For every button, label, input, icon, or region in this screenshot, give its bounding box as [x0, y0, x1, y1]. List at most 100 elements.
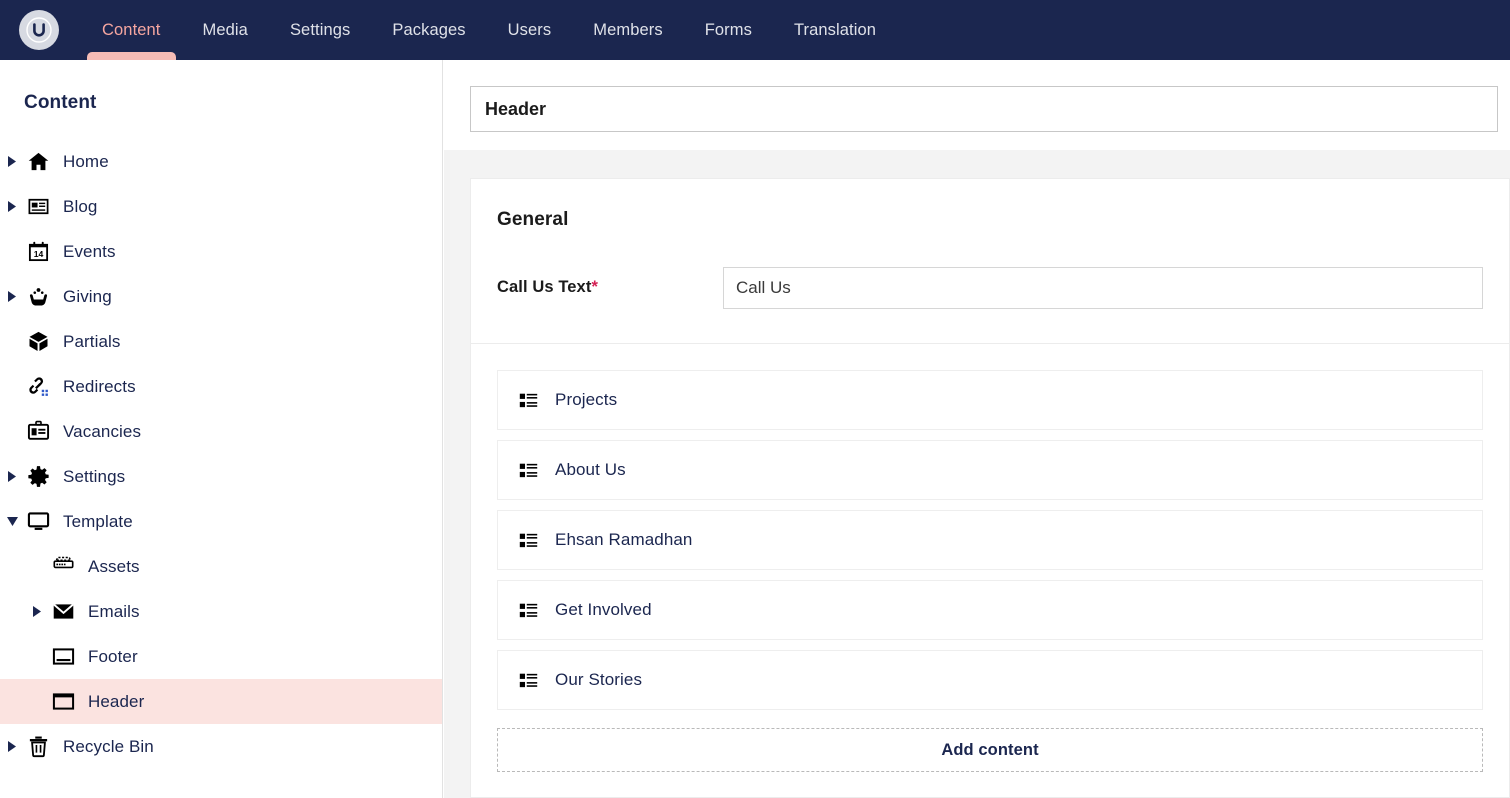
- nav-item-media[interactable]: Media: [182, 0, 269, 60]
- chevron-down-icon[interactable]: [6, 515, 19, 528]
- tree-item-label: Assets: [88, 556, 140, 576]
- tree-item-label: Header: [88, 691, 145, 711]
- chevron-right-icon[interactable]: [6, 290, 19, 303]
- hands-heart-icon: [25, 284, 51, 310]
- nav-item-settings[interactable]: Settings: [269, 0, 371, 60]
- tree-item-label: Footer: [88, 646, 138, 666]
- tree-item-home[interactable]: Home: [0, 139, 442, 184]
- block-list-editor: Projects About Us Ehsan Ramadhan Get Involv…: [471, 344, 1509, 710]
- tree-item-settings[interactable]: Settings: [0, 454, 442, 499]
- content-scroll-region: General Call Us Text* Call Us Projects Ab…: [444, 150, 1510, 798]
- nav-item-label: Forms: [704, 20, 752, 39]
- monitor-icon: [25, 509, 51, 535]
- nav-item-label: Settings: [289, 20, 351, 39]
- tree-item-label: Home: [63, 151, 109, 171]
- caret-spacer: [6, 245, 19, 258]
- call-us-text-input[interactable]: Call Us: [723, 267, 1483, 309]
- server-icon: [50, 554, 76, 580]
- block-list-icon: [518, 460, 538, 480]
- nav-item-users[interactable]: Users: [487, 0, 573, 60]
- add-content-button[interactable]: Add content: [497, 728, 1483, 772]
- sidebar-title: Content: [24, 92, 97, 113]
- property-label-text: Call Us Text: [497, 278, 592, 296]
- property-row-call-us-text: Call Us Text* Call Us: [471, 231, 1509, 344]
- chevron-right-icon[interactable]: [6, 470, 19, 483]
- nav-item-forms[interactable]: Forms: [684, 0, 773, 60]
- block-list-icon: [518, 530, 538, 550]
- envelope-icon: [50, 599, 76, 625]
- nav-item-label: Users: [507, 20, 552, 39]
- tree-item-blog[interactable]: Blog: [0, 184, 442, 229]
- block-list-item-label: Our Stories: [555, 670, 643, 689]
- node-name-bar: Header: [444, 60, 1510, 150]
- main-content-area: Header General Call Us Text* Call Us Pro…: [444, 60, 1510, 798]
- tree-item-label: Vacancies: [63, 421, 142, 441]
- tree-item-label: Emails: [88, 601, 140, 621]
- umbraco-logo-icon[interactable]: [19, 10, 59, 50]
- group-title: General: [497, 209, 569, 230]
- nav-item-members[interactable]: Members: [572, 0, 683, 60]
- tree-item-footer[interactable]: Footer: [0, 634, 442, 679]
- chevron-right-icon[interactable]: [6, 740, 19, 753]
- block-list-item-label: About Us: [555, 460, 626, 479]
- home-icon: [25, 149, 51, 175]
- calendar-icon: 14: [25, 239, 51, 265]
- badge-icon: [25, 419, 51, 445]
- block-list-icon: [518, 390, 538, 410]
- newspaper-icon: [25, 194, 51, 220]
- nav-item-label: Content: [102, 20, 161, 39]
- block-list-item[interactable]: Our Stories: [497, 650, 1483, 710]
- footer-icon: [50, 644, 76, 670]
- nav-item-label: Packages: [392, 20, 466, 39]
- chevron-right-icon[interactable]: [6, 155, 19, 168]
- node-name-input[interactable]: Header: [470, 86, 1498, 132]
- chevron-right-icon[interactable]: [31, 605, 44, 618]
- tree-item-giving[interactable]: Giving: [0, 274, 442, 319]
- block-list-icon: [518, 600, 538, 620]
- nav-item-translation[interactable]: Translation: [773, 0, 897, 60]
- block-list-item[interactable]: Projects: [497, 370, 1483, 430]
- caret-spacer: [6, 425, 19, 438]
- content-sidebar: Content Home Blog 14 Events Giving Partials Re…: [0, 60, 443, 798]
- header-icon: [50, 689, 76, 715]
- top-navigation-bar: Content Media Settings Packages Users Members…: [0, 0, 1510, 60]
- content-tree: Home Blog 14 Events Giving Partials Redirects V…: [0, 139, 442, 769]
- block-list-item-label: Projects: [555, 390, 618, 409]
- nav-item-content[interactable]: Content: [81, 0, 182, 60]
- property-label: Call Us Text*: [497, 267, 723, 309]
- gear-icon: [25, 464, 51, 490]
- tree-item-label: Settings: [63, 466, 126, 486]
- tree-item-header[interactable]: Header: [0, 679, 442, 724]
- tree-item-emails[interactable]: Emails: [0, 589, 442, 634]
- box-icon: [25, 329, 51, 355]
- tree-item-redirects[interactable]: Redirects: [0, 364, 442, 409]
- caret-spacer: [31, 560, 44, 573]
- chevron-right-icon[interactable]: [6, 200, 19, 213]
- block-list-item[interactable]: Get Involved: [497, 580, 1483, 640]
- caret-spacer: [31, 650, 44, 663]
- link-icon: [25, 374, 51, 400]
- block-list-item-label: Get Involved: [555, 600, 652, 619]
- tree-item-vacancies[interactable]: Vacancies: [0, 409, 442, 454]
- svg-text:14: 14: [33, 249, 43, 259]
- property-field: Call Us: [723, 267, 1483, 309]
- tree-item-events[interactable]: 14 Events: [0, 229, 442, 274]
- tree-item-label: Partials: [63, 331, 121, 351]
- tree-item-partials[interactable]: Partials: [0, 319, 442, 364]
- tree-item-recycle-bin[interactable]: Recycle Bin: [0, 724, 442, 769]
- tree-item-label: Blog: [63, 196, 98, 216]
- block-list-item[interactable]: About Us: [497, 440, 1483, 500]
- block-list-item[interactable]: Ehsan Ramadhan: [497, 510, 1483, 570]
- nav-item-packages[interactable]: Packages: [371, 0, 486, 60]
- caret-spacer: [6, 380, 19, 393]
- general-group-card: General Call Us Text* Call Us Projects Ab…: [470, 178, 1510, 798]
- tree-item-label: Recycle Bin: [63, 736, 154, 756]
- required-marker: *: [591, 278, 598, 296]
- caret-spacer: [6, 335, 19, 348]
- nav-item-label: Media: [202, 20, 248, 39]
- tree-item-label: Redirects: [63, 376, 136, 396]
- tree-item-label: Events: [63, 241, 116, 261]
- tree-item-assets[interactable]: Assets: [0, 544, 442, 589]
- caret-spacer: [31, 695, 44, 708]
- tree-item-template[interactable]: Template: [0, 499, 442, 544]
